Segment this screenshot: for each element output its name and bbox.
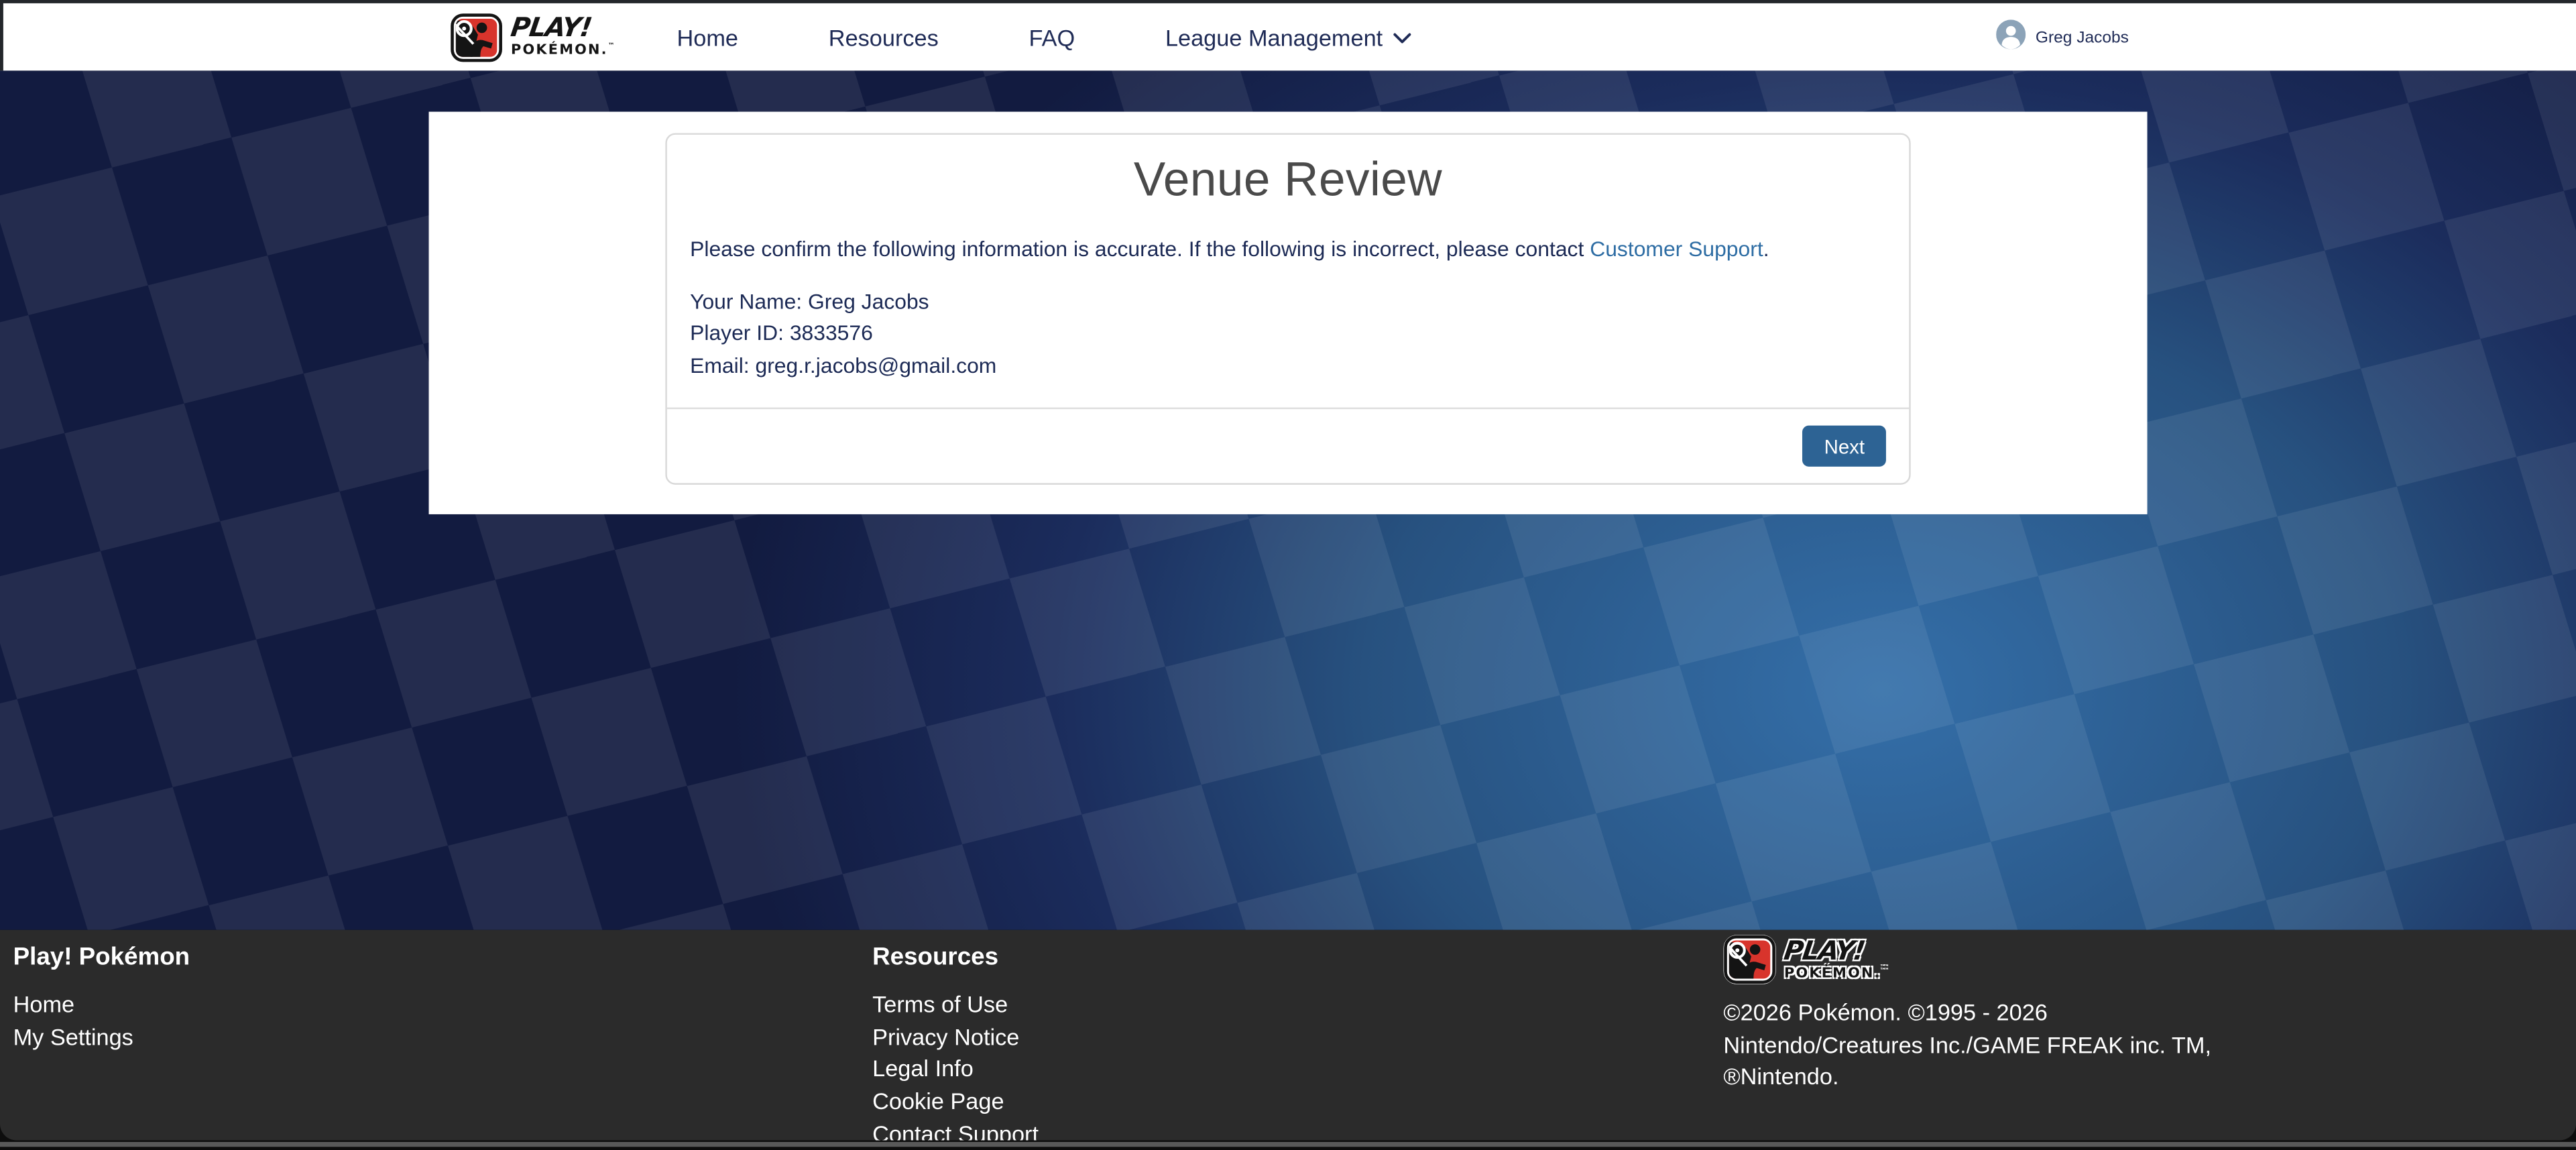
copyright-text: ©2026 Pokémon. ©1995 - 2026 Nintendo/Cre… [1723, 997, 2211, 1094]
user-menu[interactable]: Greg Jacobs [1996, 3, 2129, 74]
nav-item-resources[interactable]: Resources [829, 24, 939, 50]
footer-panel: Play! Pokémon Home My Settings Resources… [0, 930, 2576, 1141]
page: PLAY! POKÉMON.™ Home Resources FAQ Leagu… [0, 0, 2576, 1150]
copyright-line: Nintendo/Creatures Inc./GAME FREAK inc. … [1723, 1029, 2211, 1061]
footer-link-contact-support[interactable]: Contact Support [872, 1118, 1039, 1140]
trademark-symbol: ™ [608, 42, 616, 50]
customer-support-link[interactable]: Customer Support [1590, 237, 1763, 262]
detail-player-id: Player ID: 3833576 [690, 317, 1886, 349]
nav-item-league-management[interactable]: League Management [1165, 24, 1411, 50]
next-button[interactable]: Next [1803, 426, 1886, 467]
footer-col-resources: Resources Terms of Use Privacy Notice Le… [872, 943, 1661, 1140]
trademark-symbol: ™ [1881, 964, 1889, 972]
player-details: Your Name: Greg Jacobs Player ID: 383357… [690, 285, 1886, 382]
wordmark-pokemon: POKÉMON.™ [511, 44, 616, 59]
play-pokemon-wordmark: PLAY! POKÉMON.™ [511, 15, 616, 59]
checkered-background: Venue Review Please confirm the followin… [0, 70, 2576, 930]
top-nav: PLAY! POKÉMON.™ Home Resources FAQ Leagu… [0, 0, 2576, 70]
play-pokemon-logo[interactable]: PLAY! POKÉMON.™ [450, 12, 616, 62]
wordmark-pokemon: POKÉMON.™ [1784, 966, 1889, 981]
content-panel: Venue Review Please confirm the followin… [429, 112, 2148, 514]
footer-link-my-settings[interactable]: My Settings [13, 1021, 133, 1053]
main-nav: Home Resources FAQ League Management [677, 24, 1410, 50]
intro-text: Please confirm the following information… [690, 233, 1886, 266]
footer-link-privacy-notice[interactable]: Privacy Notice [872, 1021, 1019, 1053]
user-name: Greg Jacobs [2036, 30, 2129, 48]
avatar [1996, 19, 2026, 57]
footer-col-legal: PLAY! POKÉMON.™ ©2026 Pokémon. ©1995 - 2… [1723, 935, 2211, 1094]
play-pokemon-wordmark: PLAY! POKÉMON.™ [1784, 938, 1889, 982]
footer-col-play-pokemon: Play! Pokémon Home My Settings [13, 943, 835, 1053]
copyright-line: ©2026 Pokémon. ©1995 - 2026 [1723, 997, 2211, 1029]
play-pokemon-logo-icon [450, 12, 502, 62]
wordmark-play: PLAY! [509, 15, 618, 42]
wordmark-play: PLAY! [1782, 938, 1891, 964]
page-bottom-strip [0, 1142, 2576, 1146]
footer-link-cookie-page[interactable]: Cookie Page [872, 1086, 1004, 1118]
footer-link-legal-info[interactable]: Legal Info [872, 1054, 974, 1086]
footer-heading-play-pokemon: Play! Pokémon [13, 943, 835, 971]
chevron-down-icon [1393, 30, 1411, 44]
nav-item-home[interactable]: Home [677, 24, 738, 50]
footer-heading-resources: Resources [872, 943, 1661, 971]
venue-review-card: Venue Review Please confirm the followin… [665, 133, 1910, 484]
page-title: Venue Review [667, 154, 1909, 209]
nav-item-faq[interactable]: FAQ [1029, 24, 1075, 50]
copyright-line: ®Nintendo. [1723, 1061, 2211, 1094]
footer-play-pokemon-logo[interactable]: PLAY! POKÉMON.™ [1723, 935, 2211, 984]
footer-link-home[interactable]: Home [13, 989, 75, 1021]
detail-email: Email: greg.r.jacobs@gmail.com [690, 349, 1886, 382]
play-pokemon-logo-icon [1723, 935, 1775, 984]
card-footer: Next [667, 408, 1909, 483]
detail-your-name: Your Name: Greg Jacobs [690, 285, 1886, 317]
footer: Play! Pokémon Home My Settings Resources… [0, 930, 2576, 1150]
footer-link-terms-of-use[interactable]: Terms of Use [872, 989, 1008, 1021]
